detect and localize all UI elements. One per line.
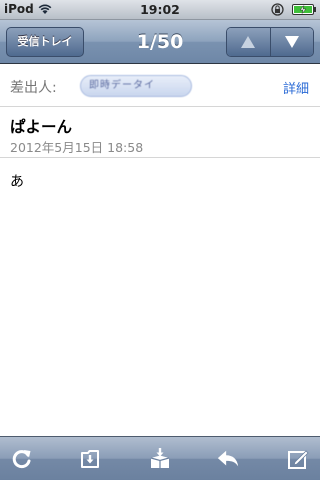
archive-button[interactable] — [148, 447, 172, 471]
reply-button[interactable] — [216, 447, 240, 471]
down-arrow-icon — [284, 36, 299, 48]
next-message-button[interactable] — [269, 28, 313, 56]
back-button-label: 受信トレイ — [17, 35, 73, 48]
up-arrow-icon — [241, 36, 256, 48]
message-subject: ぱよーん — [10, 118, 73, 136]
move-to-folder-button[interactable] — [78, 447, 102, 471]
compose-icon — [288, 450, 309, 469]
refresh-button[interactable] — [10, 447, 34, 471]
status-bar: iPod 19:02 — [0, 0, 320, 20]
message-counter-title: 1/50 — [136, 31, 184, 53]
compose-button[interactable] — [286, 447, 310, 471]
message-body: あ — [10, 174, 24, 190]
back-to-inbox-button[interactable]: 受信トレイ — [6, 27, 84, 57]
sender-chip[interactable]: 即時データイ — [80, 75, 192, 97]
bottom-toolbar — [0, 436, 320, 480]
refresh-icon — [12, 450, 31, 469]
archive-icon — [150, 448, 170, 468]
move-to-folder-icon — [81, 450, 99, 468]
from-row: 差出人: 即時データイ 詳細 — [0, 64, 320, 107]
navigation-bar: 受信トレイ 1/50 — [0, 20, 320, 64]
message-nav-segmented-control — [226, 27, 314, 57]
previous-message-button[interactable] — [227, 28, 270, 56]
rotation-lock-icon — [271, 3, 284, 16]
subject-row: ぱよーん 2012年5月15日 18:58 — [0, 107, 320, 158]
battery-charging-icon — [292, 4, 316, 15]
details-link[interactable]: 詳細 — [283, 78, 309, 97]
message-date: 2012年5月15日 18:58 — [10, 140, 144, 155]
from-label: 差出人: — [10, 80, 57, 96]
reply-icon — [217, 450, 239, 467]
